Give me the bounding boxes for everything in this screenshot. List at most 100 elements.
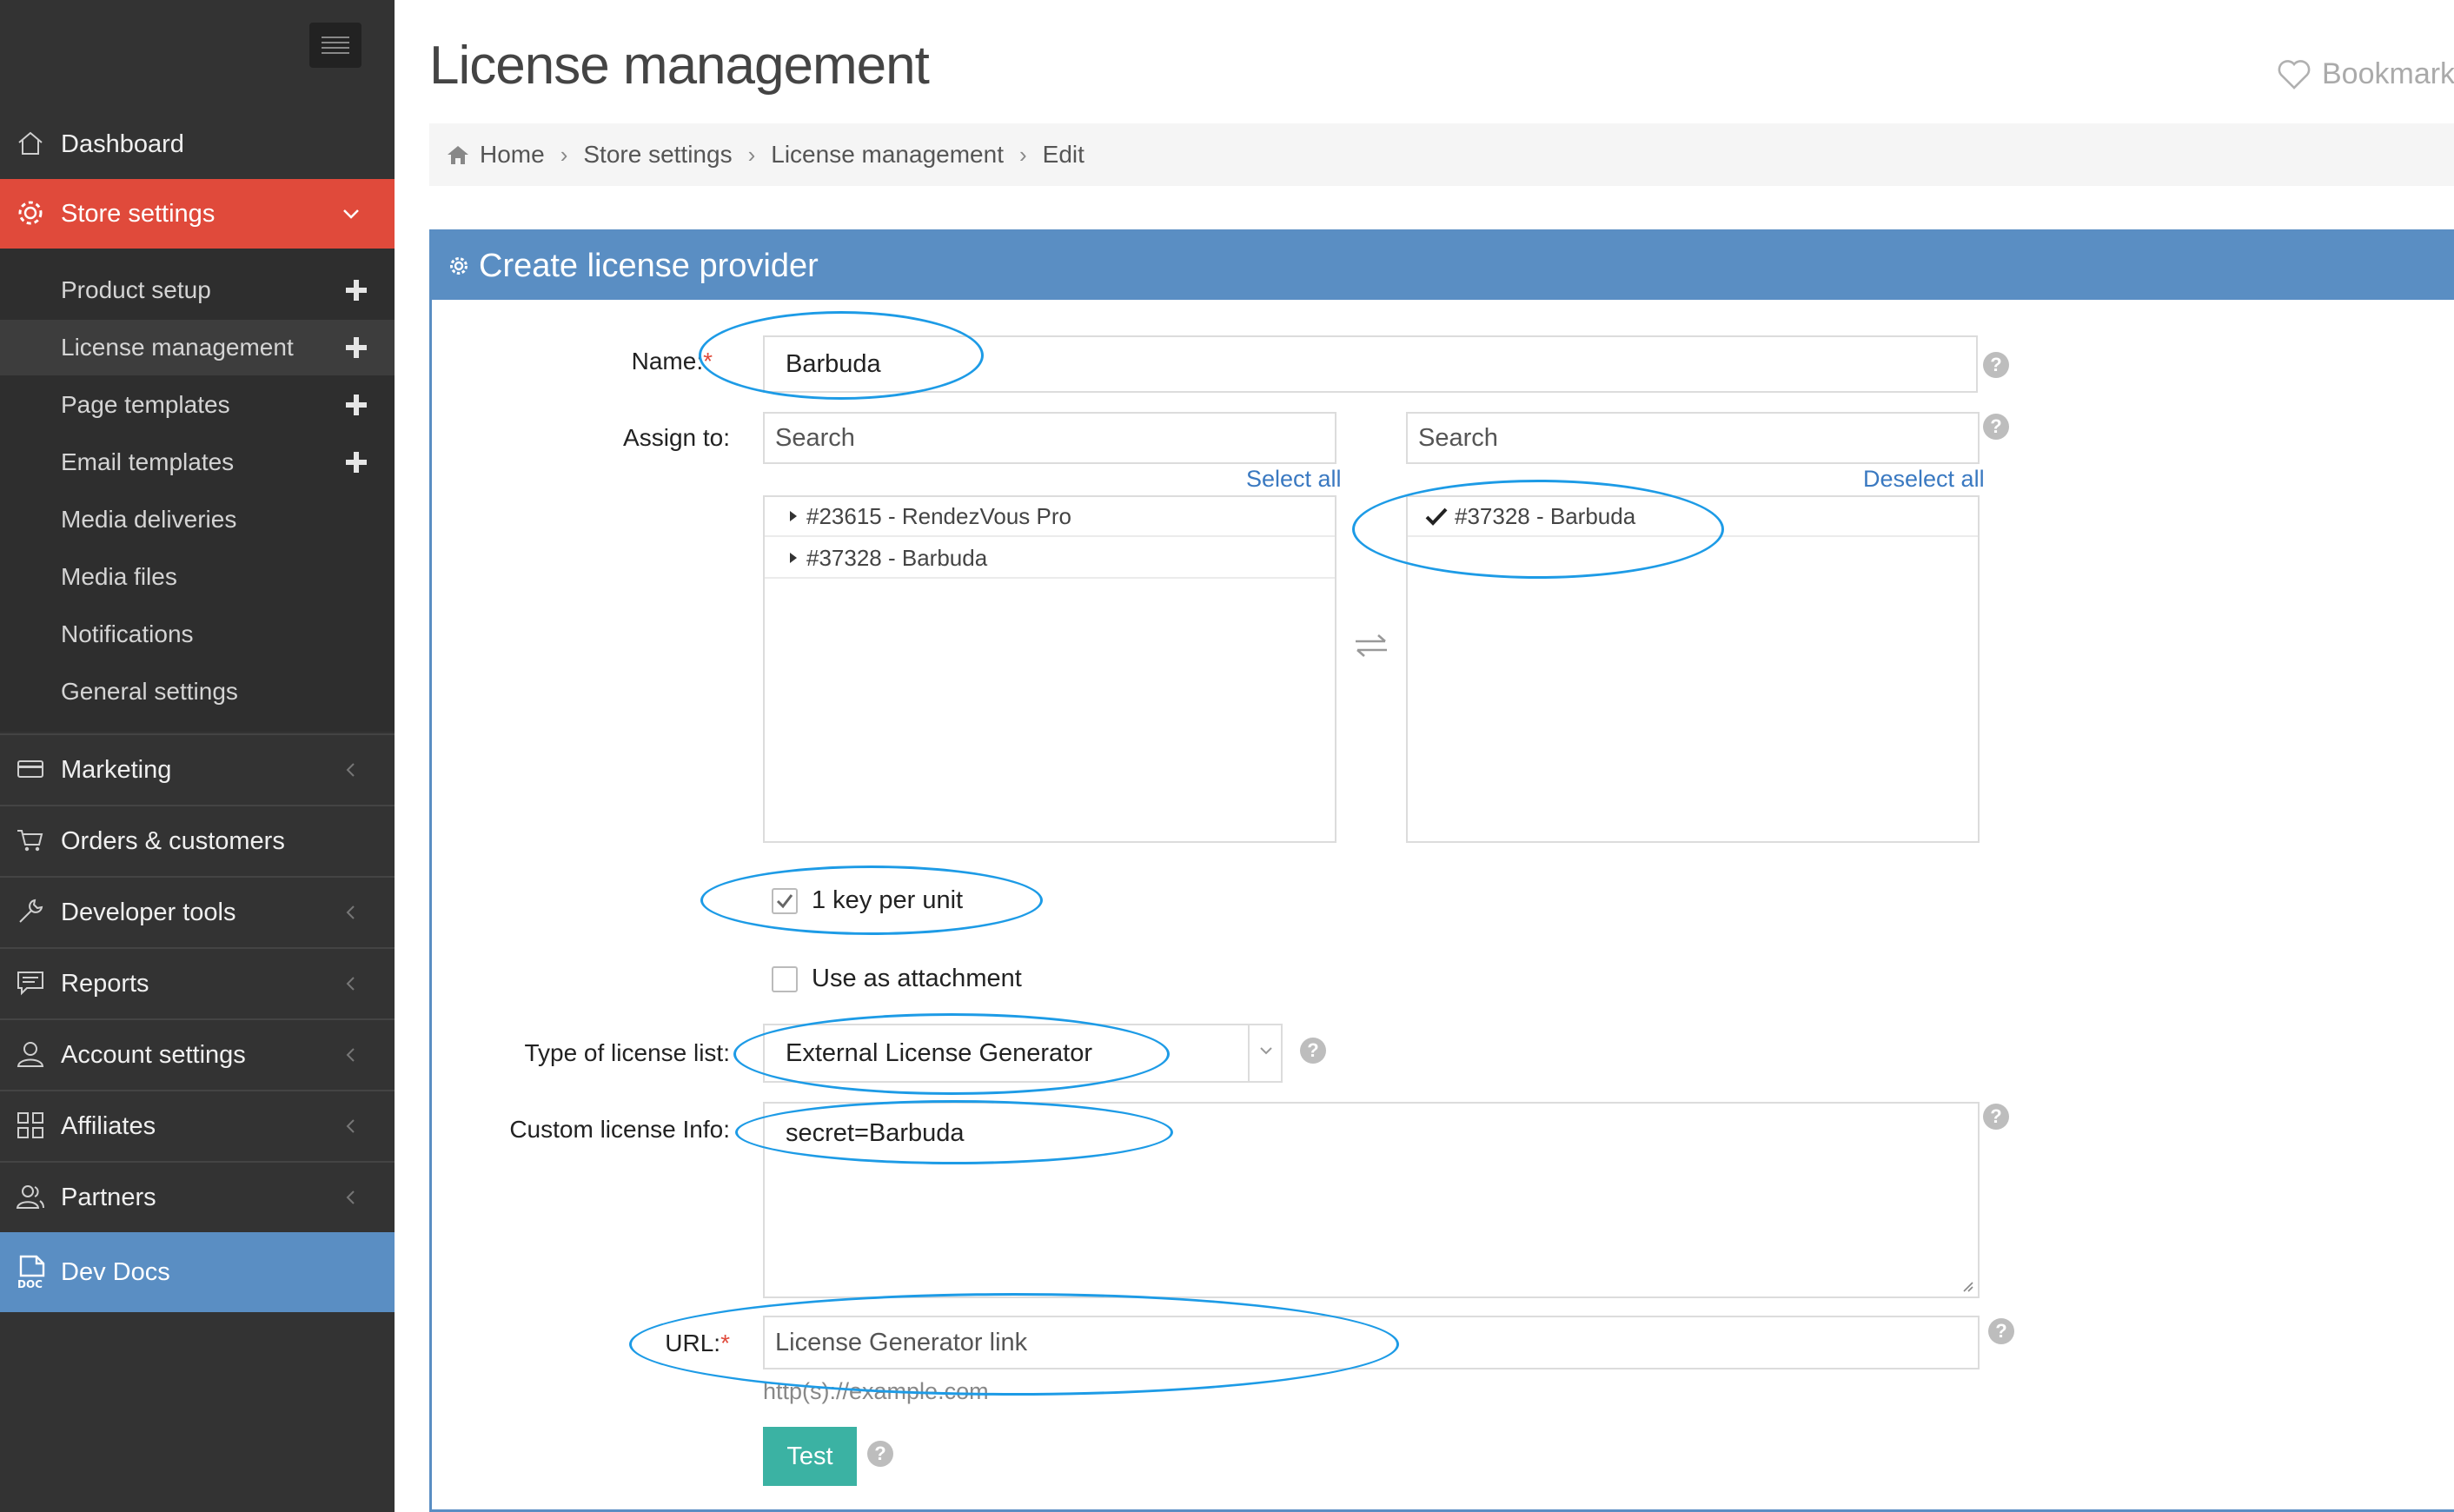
chevron-left-icon: [346, 1048, 355, 1062]
sidebar: Dashboard Store settings Product setup L…: [0, 0, 395, 1512]
assign-to-label: Assign to:: [623, 424, 730, 451]
url-placeholder: License Generator link: [775, 1328, 1028, 1356]
help-icon[interactable]: ?: [1983, 352, 2009, 378]
submenu-item-email-templates[interactable]: Email templates: [0, 434, 395, 490]
license-type-select[interactable]: External License Generator: [763, 1024, 1283, 1083]
sidebar-item-marketing[interactable]: Marketing: [0, 735, 395, 805]
help-icon[interactable]: ?: [1300, 1038, 1326, 1064]
chevron-left-icon: [346, 1190, 355, 1204]
submenu-item-label: General settings: [61, 678, 238, 705]
chat-icon: [17, 972, 43, 996]
help-icon[interactable]: ?: [867, 1441, 893, 1467]
url-input[interactable]: License Generator link: [763, 1316, 1980, 1369]
custom-license-info-value: secret=Barbuda: [786, 1119, 965, 1147]
sidebar-item-reports[interactable]: Reports: [0, 949, 395, 1018]
help-icon[interactable]: ?: [1983, 414, 2009, 440]
plus-icon[interactable]: [344, 335, 368, 360]
heart-icon: [2278, 59, 2311, 90]
license-type-value: External License Generator: [786, 1038, 1093, 1067]
list-item-label: #37328 - Barbuda: [1455, 502, 1636, 529]
chevron-left-icon: [346, 905, 355, 919]
url-label-text: URL:: [665, 1330, 721, 1356]
sidebar-item-label: Dev Docs: [61, 1258, 170, 1286]
submenu-item-label: Product setup: [61, 276, 211, 303]
custom-license-info-label: Custom license Info:: [509, 1116, 730, 1143]
caret-right-icon: [790, 511, 797, 521]
plus-icon[interactable]: [344, 278, 368, 302]
sidebar-item-dev-docs[interactable]: DOC Dev Docs: [0, 1232, 395, 1312]
list-item[interactable]: #23615 - RendezVous Pro: [765, 497, 1335, 537]
svg-text:DOC: DOC: [17, 1278, 43, 1290]
search-placeholder: Search: [775, 423, 855, 452]
resize-handle-icon[interactable]: [1960, 1279, 1974, 1293]
submenu-item-page-templates[interactable]: Page templates: [0, 377, 395, 433]
submenu-item-label: Media files: [61, 563, 177, 590]
name-input[interactable]: Barbuda: [763, 335, 1978, 393]
submenu-item-notifications[interactable]: Notifications: [0, 607, 395, 662]
selected-items-list: #37328 - Barbuda: [1406, 495, 1980, 843]
swap-arrows-icon[interactable]: [1350, 631, 1392, 660]
list-item[interactable]: #37328 - Barbuda: [1408, 497, 1978, 537]
gear-icon: [450, 257, 468, 275]
submenu-item-license-management[interactable]: License management: [0, 320, 395, 375]
use-as-attachment-checkbox[interactable]: [772, 966, 798, 992]
sidebar-item-label: Developer tools: [61, 899, 236, 926]
wrench-icon: [19, 899, 43, 923]
custom-license-info-textarea[interactable]: secret=Barbuda: [763, 1102, 1980, 1298]
sidebar-item-dashboard[interactable]: Dashboard: [0, 109, 395, 179]
bookmark-button[interactable]: Bookmark: [2277, 57, 2454, 91]
breadcrumb: Home › Store settings › License manageme…: [429, 123, 2454, 186]
name-label: Name:*: [608, 348, 713, 375]
url-hint: http(s)://example.com: [763, 1378, 989, 1404]
breadcrumb-license-management[interactable]: License management: [771, 141, 1004, 169]
sidebar-item-label: Reports: [61, 970, 149, 998]
sidebar-item-orders-customers[interactable]: Orders & customers: [0, 806, 395, 876]
select-all-link[interactable]: Select all: [1246, 466, 1342, 493]
sidebar-item-label: Account settings: [61, 1041, 246, 1069]
chevron-left-icon: [346, 763, 355, 777]
url-label: URL:*: [608, 1330, 730, 1357]
required-asterisk: *: [720, 1330, 730, 1356]
chevron-left-icon: [346, 977, 355, 991]
sidebar-item-affiliates[interactable]: Affiliates: [0, 1091, 395, 1161]
submenu-item-label: Email templates: [61, 448, 235, 475]
breadcrumb-separator: ›: [560, 141, 568, 168]
search-input-available[interactable]: Search: [763, 412, 1336, 464]
plus-icon[interactable]: [344, 393, 368, 417]
search-input-selected[interactable]: Search: [1406, 412, 1980, 464]
panel-header: Create license provider: [432, 232, 2454, 300]
sidebar-item-developer-tools[interactable]: Developer tools: [0, 878, 395, 947]
menu-toggle-button[interactable]: [309, 23, 361, 68]
chevron-left-icon: [346, 1119, 355, 1133]
use-as-attachment-label: Use as attachment: [812, 965, 1022, 992]
sidebar-item-partners[interactable]: Partners: [0, 1163, 395, 1232]
sidebar-item-store-settings[interactable]: Store settings: [0, 179, 395, 249]
available-items-list: #23615 - RendezVous Pro #37328 - Barbuda: [763, 495, 1336, 843]
breadcrumb-separator: ›: [1018, 141, 1027, 168]
submenu-item-general-settings[interactable]: General settings: [0, 664, 395, 720]
caret-right-icon: [790, 553, 797, 563]
list-item[interactable]: #37328 - Barbuda: [765, 539, 1335, 579]
key-per-unit-checkbox[interactable]: [772, 888, 798, 914]
submenu-item-product-setup[interactable]: Product setup: [0, 262, 395, 318]
sidebar-item-account-settings[interactable]: Account settings: [0, 1020, 395, 1090]
sidebar-item-label: Store settings: [61, 200, 216, 228]
card-icon: [17, 760, 43, 778]
store-settings-submenu: Product setup License management Page te…: [0, 249, 395, 732]
deselect-all-link[interactable]: Deselect all: [1863, 466, 1985, 493]
select-arrow-box: [1248, 1025, 1281, 1081]
submenu-item-media-files[interactable]: Media files: [0, 549, 395, 605]
test-button[interactable]: Test: [763, 1427, 857, 1486]
submenu-item-media-deliveries[interactable]: Media deliveries: [0, 492, 395, 547]
name-input-value: Barbuda: [786, 349, 881, 378]
breadcrumb-home[interactable]: Home: [480, 141, 545, 169]
required-asterisk: *: [703, 348, 713, 375]
plus-icon[interactable]: [344, 450, 368, 474]
help-icon[interactable]: ?: [1988, 1318, 2014, 1344]
breadcrumb-store-settings[interactable]: Store settings: [583, 141, 732, 169]
help-icon[interactable]: ?: [1983, 1104, 2009, 1130]
grid-icon: [17, 1112, 43, 1138]
breadcrumb-separator: ›: [747, 141, 756, 168]
checkmark-icon: [1425, 507, 1448, 526]
sidebar-item-label: Orders & customers: [61, 827, 285, 855]
